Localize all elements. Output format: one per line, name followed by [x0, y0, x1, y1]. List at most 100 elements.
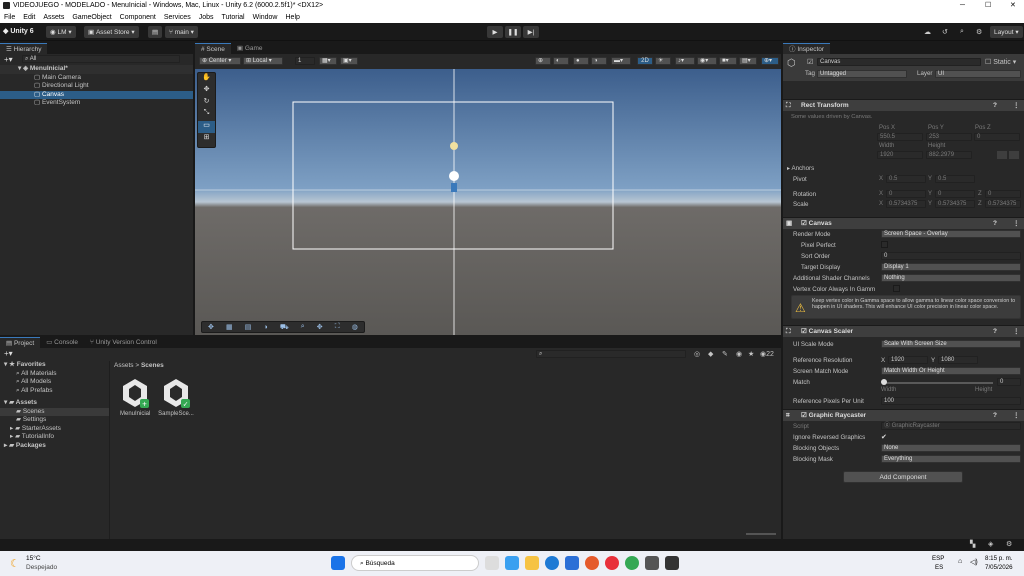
ui-scale-mode-dropdown[interactable]: Scale With Screen Size: [881, 340, 1021, 348]
move-tool-icon[interactable]: ✥: [198, 85, 215, 97]
menu-help[interactable]: Help: [286, 14, 300, 21]
task-view-icon[interactable]: [485, 556, 499, 570]
network-icon[interactable]: ⌂: [958, 558, 962, 565]
start-icon[interactable]: [331, 556, 345, 570]
ref-y-input[interactable]: 1080: [938, 356, 978, 364]
tab-project[interactable]: ▤ Project: [0, 337, 41, 348]
shader-channels-dropdown[interactable]: Nothing: [881, 274, 1021, 282]
graphic-raycaster-header[interactable]: ⌗ ☑ Graphic Raycaster ? ⋮: [783, 409, 1024, 421]
object-name-input[interactable]: Canvas: [817, 58, 981, 66]
favorite-icon[interactable]: ★: [748, 350, 754, 358]
asset-store-button[interactable]: ▣ Asset Store ▾: [84, 26, 139, 38]
transform-tool-icon[interactable]: ⊞: [198, 133, 215, 145]
tilemap-pick-icon[interactable]: ⛟: [280, 323, 289, 332]
raw-edit-button[interactable]: [1009, 151, 1019, 159]
account-button[interactable]: ◉ LM ▾: [46, 26, 76, 38]
gizmos-icon[interactable]: ⊕▾: [761, 57, 779, 65]
match-slider[interactable]: [883, 382, 993, 384]
menu-jobs[interactable]: Jobs: [199, 14, 214, 21]
tree-all-prefabs[interactable]: ⌕ All Prefabs: [0, 387, 109, 396]
chrome-icon[interactable]: [625, 556, 639, 570]
firefox-icon[interactable]: [585, 556, 599, 570]
tree-scenes[interactable]: ▰ Scenes: [0, 407, 109, 416]
gear-icon[interactable]: ⚙: [976, 28, 982, 36]
space-dropdown[interactable]: ⊞ Local ▾: [243, 57, 283, 65]
add-component-button[interactable]: Add Component: [843, 471, 963, 483]
version-control-icon[interactable]: ▤: [148, 26, 163, 38]
hierarchy-item-canvas[interactable]: ▢ Canvas: [0, 90, 193, 99]
anchors-foldout[interactable]: ▸ Anchors: [787, 165, 814, 172]
tilemap-search-icon[interactable]: ⌕: [301, 323, 305, 331]
layers-icon[interactable]: ▤▾: [739, 57, 757, 65]
unity-editor-icon[interactable]: [665, 556, 679, 570]
unity-menu[interactable]: ◆ Unity 6: [3, 26, 34, 38]
tag-dropdown[interactable]: Untagged: [817, 70, 907, 78]
tilemap-fill-icon[interactable]: ⛶: [335, 323, 340, 331]
play-button[interactable]: ▶: [487, 26, 503, 38]
ref-x-input[interactable]: 1920: [888, 356, 928, 364]
visibility-icon[interactable]: ◉▾: [697, 57, 717, 65]
orientation-icon[interactable]: ⊕: [535, 57, 551, 65]
hand-tool-icon[interactable]: ✋: [198, 73, 215, 85]
active-checkbox[interactable]: ☑: [807, 58, 813, 66]
layout-dropdown[interactable]: Layout ▾: [990, 26, 1023, 38]
target-display-dropdown[interactable]: Display 1: [881, 263, 1021, 271]
tilemap-paint-icon[interactable]: ▤: [245, 323, 252, 331]
status-icon-b[interactable]: ◈: [988, 540, 993, 548]
tab-scene[interactable]: # Scene: [195, 43, 231, 54]
step-button[interactable]: ▶|: [523, 26, 539, 38]
2d-toggle[interactable]: 2D: [637, 57, 653, 65]
sort-order-input[interactable]: 0: [881, 252, 1021, 260]
static-checkbox[interactable]: ☐ Static ▾: [985, 58, 1016, 66]
filter-label-icon[interactable]: ◆: [708, 350, 713, 358]
menu-file[interactable]: File: [4, 14, 15, 21]
tree-favorites[interactable]: ▾ ★ Favorites: [0, 361, 109, 370]
vertex-color-checkbox[interactable]: [893, 285, 900, 292]
file-explorer-icon[interactable]: [525, 556, 539, 570]
tab-console[interactable]: ▭ Console: [40, 337, 84, 348]
unity-hub-icon[interactable]: [645, 556, 659, 570]
tab-version-control[interactable]: ⑂ Unity Version Control: [84, 337, 163, 348]
canvas-header[interactable]: ▣ ☑ Canvas ? ⋮: [783, 217, 1024, 229]
snap-input[interactable]: 1: [295, 57, 315, 65]
breadcrumb-scenes[interactable]: Scenes: [141, 362, 164, 369]
render-mode-dropdown[interactable]: Screen Space - Overlay: [881, 230, 1021, 238]
lit-icon[interactable]: ◑: [591, 57, 607, 65]
branch-button[interactable]: ⑂ main ▾: [165, 26, 198, 38]
match-input[interactable]: 0: [997, 378, 1021, 386]
tree-assets[interactable]: ▾ ▰ Assets: [0, 399, 109, 408]
add-icon[interactable]: +▾: [4, 55, 13, 64]
close-button[interactable]: ✕: [1010, 0, 1016, 12]
status-icon-a[interactable]: ▚: [970, 540, 975, 548]
filter-type-icon[interactable]: ◎: [694, 350, 700, 358]
rect-tool-icon[interactable]: ▭: [198, 121, 215, 133]
blocking-objects-dropdown[interactable]: None: [881, 444, 1021, 452]
tree-all-models[interactable]: ⌕ All Models: [0, 378, 109, 387]
pivot-dropdown[interactable]: ⊕ Center ▾: [199, 57, 241, 65]
opera-icon[interactable]: [605, 556, 619, 570]
history-icon[interactable]: ↺: [942, 28, 948, 36]
filter-tag-icon[interactable]: ✎: [722, 350, 728, 358]
rotate-tool-icon[interactable]: ↻: [198, 97, 215, 109]
hierarchy-item-main-camera[interactable]: ▢ Main Camera: [0, 74, 193, 83]
breadcrumb-assets[interactable]: Assets: [114, 362, 134, 369]
scene-camera-icon[interactable]: ■▾: [719, 57, 737, 65]
taskbar-search-input[interactable]: ⌕ Búsqueda: [351, 555, 479, 571]
tab-game[interactable]: ▣ Game: [230, 43, 269, 54]
menu-edit[interactable]: Edit: [23, 14, 35, 21]
scene-viewport[interactable]: [195, 69, 781, 335]
shading-icon[interactable]: ◐: [553, 57, 569, 65]
menu-tutorial[interactable]: Tutorial: [222, 14, 245, 21]
maximize-button[interactable]: ☐: [985, 0, 991, 12]
search-icon[interactable]: ⌕: [960, 28, 964, 36]
cloud-icon[interactable]: ☁: [924, 28, 931, 36]
hierarchy-item-eventsystem[interactable]: ▢ EventSystem: [0, 99, 193, 108]
sphere-icon[interactable]: ●: [573, 57, 589, 65]
menu-component[interactable]: Component: [120, 14, 156, 21]
scene-root-item[interactable]: ▾ ◈ MenuInicial*: [0, 65, 193, 74]
menu-assets[interactable]: Assets: [43, 14, 64, 21]
canvas-scaler-header[interactable]: ⛶ ☑ Canvas Scaler ? ⋮: [783, 325, 1024, 337]
ignore-reversed-checkbox[interactable]: ✔: [881, 433, 887, 441]
hierarchy-item-directional-light[interactable]: ▢ Directional Light: [0, 82, 193, 91]
render-mode-icon[interactable]: ▬▾: [611, 57, 631, 65]
